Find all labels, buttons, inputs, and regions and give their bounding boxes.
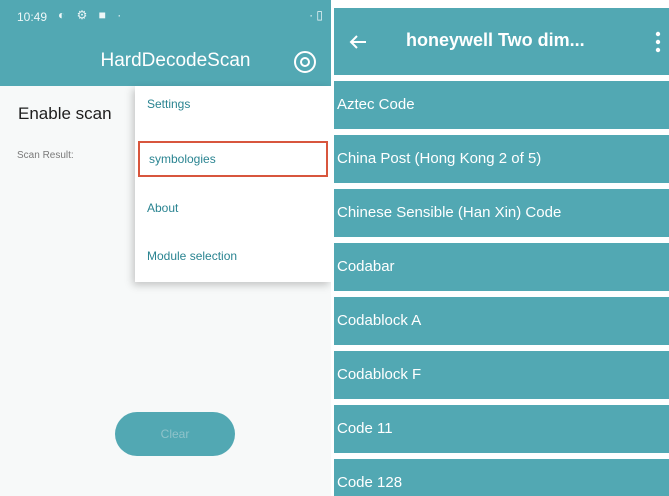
back-button[interactable]: [346, 30, 370, 54]
list-item-label: Code 11: [337, 420, 393, 437]
right-app-bar: honeywell Two dim...: [334, 8, 669, 75]
list-item-code-11[interactable]: Code 11: [334, 405, 669, 453]
status-notification-icons: ◐ ⚙ ■ ·: [58, 8, 126, 22]
status-bar: 10:49 ◐ ⚙ ■ · · ▯: [0, 0, 331, 26]
menu-item-about[interactable]: About: [135, 190, 331, 228]
menu-item-module-selection[interactable]: Module selection: [135, 238, 331, 276]
list-item-aztec-code[interactable]: Aztec Code: [334, 81, 669, 129]
page-title: honeywell Two dim...: [406, 30, 585, 50]
gear-icon: [294, 51, 316, 73]
list-item-label: Chinese Sensible (Han Xin) Code: [337, 204, 562, 221]
app-title: HardDecodeScan: [100, 50, 251, 71]
status-time: 10:49: [17, 10, 48, 24]
list-item-label: Codabar: [337, 258, 395, 275]
overflow-menu: Settings symbologies About Module select…: [135, 86, 331, 282]
arrow-left-icon: [349, 35, 366, 49]
menu-item-label: Module selection: [147, 249, 238, 263]
more-options-button[interactable]: [652, 29, 664, 55]
list-item-codablock-a[interactable]: Codablock A: [334, 297, 669, 345]
scan-result-label: Scan Result:: [17, 150, 74, 161]
list-item-china-post[interactable]: China Post (Hong Kong 2 of 5): [334, 135, 669, 183]
clear-button[interactable]: Clear: [115, 412, 235, 456]
menu-item-label: Settings: [147, 97, 191, 111]
enable-scan-text: Enable scan: [18, 104, 112, 123]
list-item-label: Codablock F: [337, 366, 422, 383]
menu-item-label: symbologies: [149, 152, 216, 166]
list-item-han-xin[interactable]: Chinese Sensible (Han Xin) Code: [334, 189, 669, 237]
left-app-bar: 10:49 ◐ ⚙ ■ · · ▯ HardDecodeScan: [0, 0, 331, 86]
list-item-label: Code 128: [337, 474, 403, 491]
left-phone-screen: 10:49 ◐ ⚙ ■ · · ▯ HardDecodeScan Enable …: [0, 0, 331, 496]
status-battery-icon: · ▯: [309, 8, 323, 22]
list-item-codabar[interactable]: Codabar: [334, 243, 669, 291]
list-item-label: Aztec Code: [337, 96, 415, 113]
right-phone-screen: honeywell Two dim... Aztec Code China Po…: [334, 0, 669, 496]
menu-item-label: About: [147, 201, 179, 215]
list-item-label: Codablock A: [337, 312, 422, 329]
menu-item-settings[interactable]: Settings: [135, 86, 331, 124]
settings-button[interactable]: [292, 49, 318, 75]
more-vertical-icon: [655, 31, 661, 53]
list-item-codablock-f[interactable]: Codablock F: [334, 351, 669, 399]
list-item-label: China Post (Hong Kong 2 of 5): [337, 150, 542, 167]
menu-item-symbologies[interactable]: symbologies: [138, 141, 328, 177]
list-item-code-128[interactable]: Code 128: [334, 459, 669, 496]
